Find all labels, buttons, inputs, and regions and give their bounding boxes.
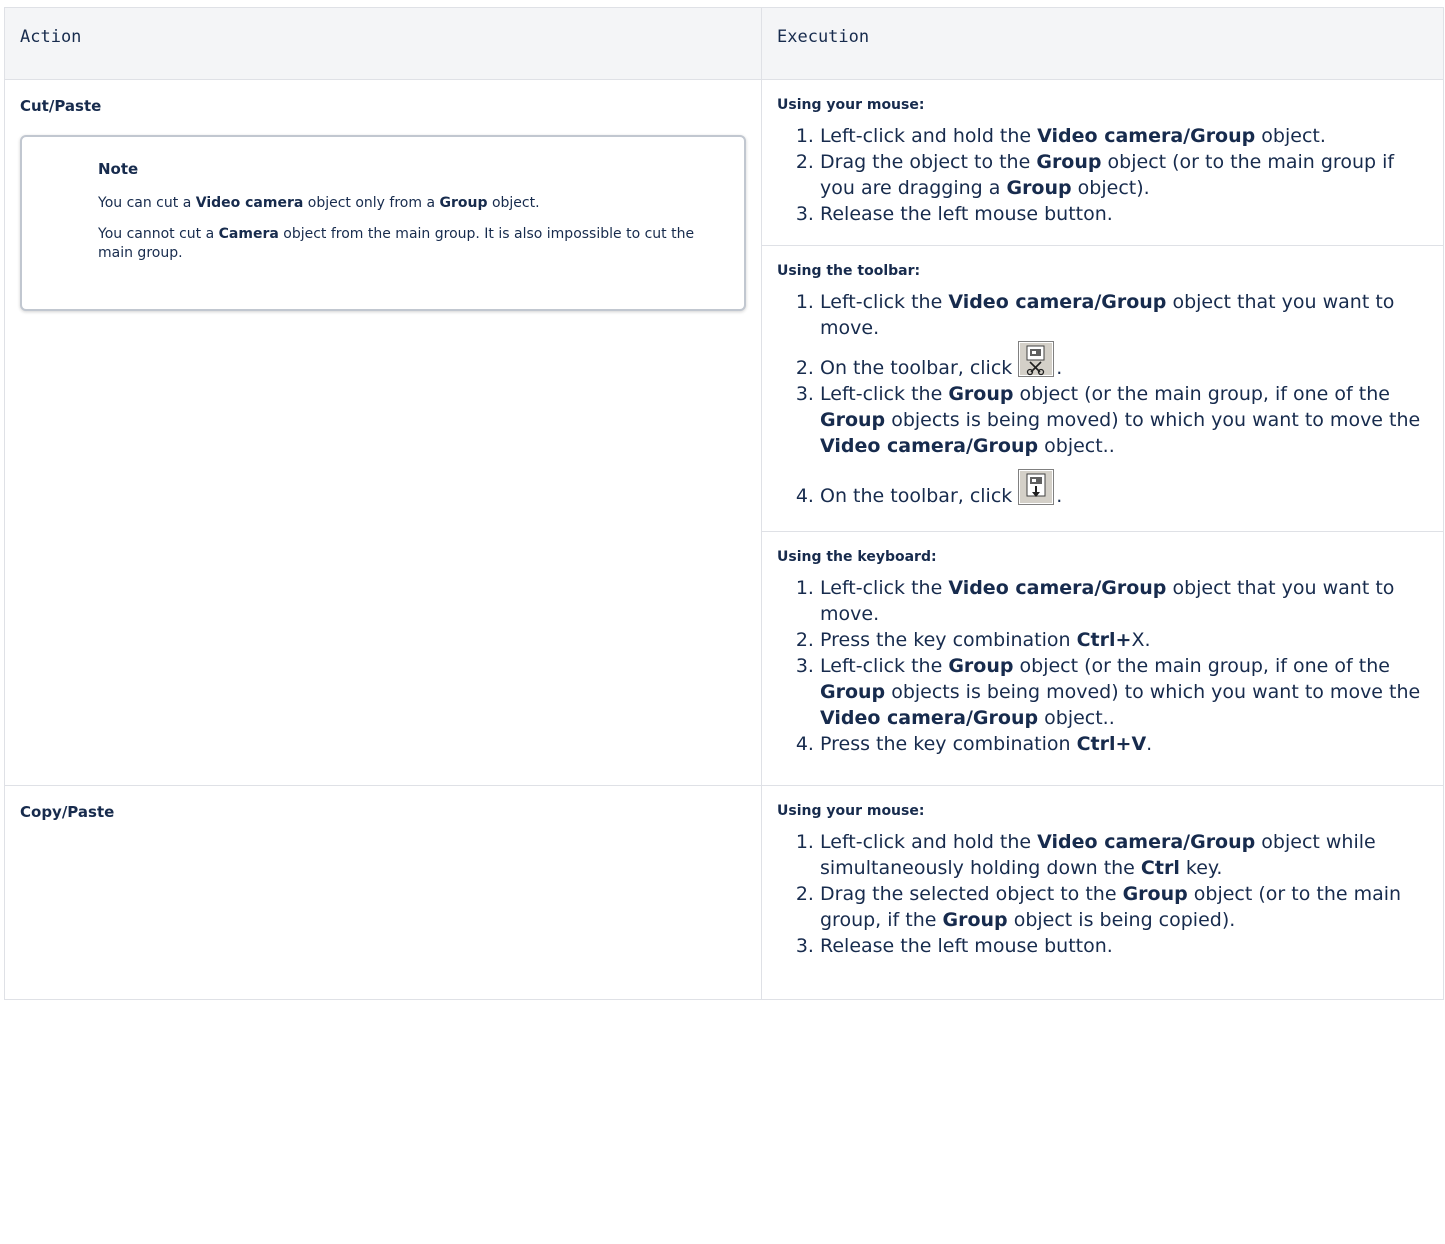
mouse-method: Using your mouse: Left-click and hold th… [762, 80, 1443, 245]
list-item: Release the left mouse button. [820, 933, 1431, 959]
keyboard-method: Using the keyboard: Left-click the Video… [762, 531, 1443, 785]
steps-list: Left-click and hold the Video camera/Gro… [777, 123, 1431, 227]
list-item: On the toolbar, click. [820, 469, 1431, 509]
list-item: Left-click the Video camera/Group object… [820, 575, 1431, 627]
list-item: Left-click the Video camera/Group object… [820, 289, 1431, 341]
toolbar-method: Using the toolbar: Left-click the Video … [762, 245, 1443, 531]
list-item: Left-click the Group object (or the main… [820, 653, 1431, 731]
list-item: Left-click and hold the Video camera/Gro… [820, 123, 1431, 149]
actions-table: Action Execution Cut/Paste Note You can … [4, 7, 1444, 1000]
cut-camera-icon [1018, 341, 1055, 377]
action-cell-cut-paste: Cut/Paste Note You can cut a Video camer… [4, 79, 762, 786]
list-item: Release the left mouse button. [820, 201, 1431, 227]
mouse-method: Using your mouse: Left-click and hold th… [762, 786, 1443, 999]
execution-cell-cut-paste: Using your mouse: Left-click and hold th… [761, 79, 1444, 786]
table-row: Cut/Paste Note You can cut a Video camer… [4, 79, 1444, 786]
list-item: Left-click the Group object (or the main… [820, 381, 1431, 459]
note-paragraph: You cannot cut a Camera object from the … [98, 226, 695, 261]
method-heading: Using your mouse: [777, 97, 925, 113]
note-panel: Note You can cut a Video camera object o… [20, 135, 746, 311]
list-item: Left-click and hold the Video camera/Gro… [820, 829, 1431, 881]
list-item: On the toolbar, click. [820, 341, 1431, 381]
action-label: Copy/Paste [20, 803, 115, 821]
execution-cell-copy-paste: Using your mouse: Left-click and hold th… [761, 785, 1444, 1000]
action-label: Cut/Paste [20, 97, 102, 115]
method-heading: Using your mouse: [777, 803, 925, 819]
list-item: Press the key combination Ctrl+X. [820, 627, 1431, 653]
paste-camera-icon [1018, 469, 1055, 505]
table-row: Copy/Paste Using your mouse: Left-click … [4, 785, 1444, 1000]
steps-list: Left-click the Video camera/Group object… [777, 575, 1431, 757]
list-item: Press the key combination Ctrl+V. [820, 731, 1431, 757]
list-item: Drag the object to the Group object (or … [820, 149, 1431, 201]
steps-list: Left-click the Video camera/Group object… [777, 289, 1431, 509]
table-header-row: Action Execution [4, 7, 1444, 80]
header-action: Action [4, 7, 762, 80]
action-cell-copy-paste: Copy/Paste [4, 785, 762, 1000]
note-paragraph: You can cut a Video camera object only f… [98, 195, 540, 211]
list-item: Drag the selected object to the Group ob… [820, 881, 1431, 933]
method-heading: Using the toolbar: [777, 263, 921, 279]
note-title: Note [98, 160, 139, 178]
steps-list: Left-click and hold the Video camera/Gro… [777, 829, 1431, 959]
method-heading: Using the keyboard: [777, 549, 937, 565]
header-execution: Execution [761, 7, 1444, 80]
